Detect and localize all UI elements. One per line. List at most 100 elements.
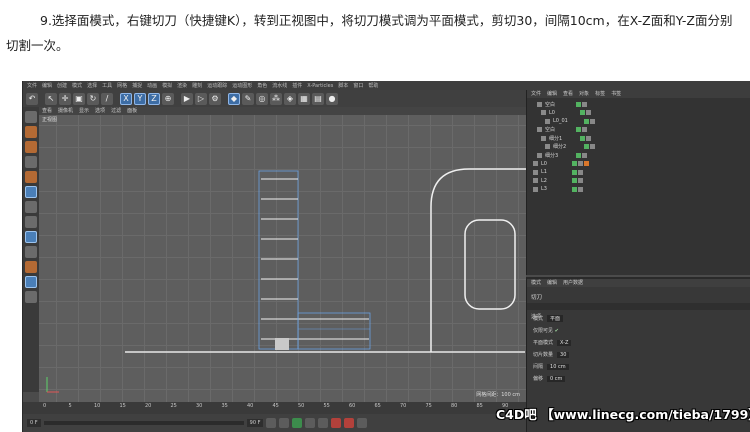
start-frame-field[interactable]: 0 F xyxy=(27,419,41,427)
attr-tab-0[interactable]: 模式 xyxy=(531,279,541,287)
timeline-ruler[interactable]: 0 5 10 15 20 25 30 35 40 45 50 55 60 65 70 75 80 85 90 xyxy=(23,402,526,414)
object-row[interactable]: L2 xyxy=(527,177,750,185)
model-mode-icon[interactable] xyxy=(25,126,37,138)
front-viewport[interactable]: 查看 摄像机 显示 选项 过滤 面板 正视图 网格间距：100 cm xyxy=(39,107,529,402)
menu-item-11[interactable]: 雕刻 xyxy=(192,82,202,89)
visibility-dot-icon[interactable] xyxy=(576,152,581,158)
next-frame-icon[interactable] xyxy=(305,418,316,428)
workplane-lock-icon[interactable] xyxy=(25,276,37,288)
play-icon[interactable] xyxy=(292,418,303,428)
object-row[interactable]: L1 xyxy=(527,168,750,176)
menu-item-20[interactable]: 帮助 xyxy=(368,82,378,89)
visibility-dot-icon[interactable] xyxy=(572,186,577,192)
render-dot-icon[interactable] xyxy=(578,186,583,192)
slices-row[interactable]: 切片数量 30 xyxy=(533,351,570,358)
render-dot-icon[interactable] xyxy=(590,144,595,149)
menu-item-17[interactable]: X-Particles xyxy=(307,83,333,89)
plane-mode-row[interactable]: 平面模式 X-Z xyxy=(533,339,572,346)
render-dot-icon[interactable] xyxy=(582,152,587,158)
om-menu-item-5[interactable]: 书签 xyxy=(611,90,621,98)
menu-item-5[interactable]: 工具 xyxy=(102,82,112,89)
coord-system-icon[interactable]: ⊕ xyxy=(162,92,174,105)
render-view-icon[interactable]: ▷ xyxy=(195,92,207,105)
keyframe-icon[interactable] xyxy=(357,418,368,428)
visibility-dot-icon[interactable] xyxy=(572,178,577,183)
object-row[interactable]: 细分3 xyxy=(527,151,750,159)
menu-item-4[interactable]: 选择 xyxy=(87,82,97,89)
object-row[interactable]: 空白 xyxy=(527,126,750,134)
menu-item-19[interactable]: 窗口 xyxy=(353,82,363,89)
render-region-icon[interactable]: ▶ xyxy=(181,92,193,105)
attr-tab-1[interactable]: 编辑 xyxy=(547,279,557,287)
object-row[interactable]: 细分2 xyxy=(527,143,750,151)
options-subtab[interactable]: 选项 xyxy=(527,303,750,320)
prev-frame-icon[interactable] xyxy=(279,418,290,428)
menu-item-18[interactable]: 脚本 xyxy=(338,82,348,89)
render-dot-icon[interactable] xyxy=(578,169,583,175)
om-menu-item-3[interactable]: 对象 xyxy=(579,90,589,98)
menu-item-0[interactable]: 文件 xyxy=(27,82,37,89)
axis-mode-icon[interactable] xyxy=(25,216,37,228)
object-row[interactable]: 细分1 xyxy=(527,134,750,142)
menu-item-7[interactable]: 捕捉 xyxy=(132,82,142,89)
array-icon[interactable]: ⁂ xyxy=(270,92,282,105)
menu-item-8[interactable]: 动画 xyxy=(147,82,157,89)
z-axis-icon[interactable]: Z xyxy=(148,92,160,105)
visibility-dot-icon[interactable] xyxy=(572,161,577,166)
go-start-icon[interactable] xyxy=(266,418,277,428)
menu-item-6[interactable]: 网格 xyxy=(117,82,127,89)
planar-icon[interactable] xyxy=(25,291,37,303)
menu-item-3[interactable]: 模式 xyxy=(72,82,82,89)
render-dot-icon[interactable] xyxy=(578,161,583,166)
select-tool-icon[interactable]: ↖ xyxy=(45,92,57,105)
om-menu-item-1[interactable]: 编辑 xyxy=(547,90,557,98)
object-row[interactable]: L3 xyxy=(527,185,750,193)
scene-icon[interactable]: ▦ xyxy=(298,92,310,105)
render-settings-icon[interactable]: ⚙ xyxy=(209,92,221,105)
visibility-dot-icon[interactable] xyxy=(572,169,577,175)
knife-tool-icon[interactable]: / xyxy=(101,92,113,105)
visibility-dot-icon[interactable] xyxy=(580,135,585,141)
rotate-tool-icon[interactable]: ↻ xyxy=(87,92,99,105)
scale-tool-icon[interactable]: ▣ xyxy=(73,92,85,105)
visibility-dot-icon[interactable] xyxy=(584,144,589,149)
render-dot-icon[interactable] xyxy=(582,101,587,107)
visibility-dot-icon[interactable] xyxy=(584,118,589,124)
end-frame-field[interactable]: 90 F xyxy=(246,419,264,427)
menu-item-13[interactable]: 运动图形 xyxy=(232,82,252,89)
move-tool-icon[interactable]: ✛ xyxy=(59,92,71,105)
mode-select[interactable]: 平面 xyxy=(547,315,564,322)
light-icon[interactable]: ● xyxy=(326,92,338,105)
subdivision-icon[interactable]: ◎ xyxy=(256,92,268,105)
record-icon[interactable] xyxy=(331,418,342,428)
edges-mode-icon[interactable] xyxy=(25,201,37,213)
visibility-dot-icon[interactable] xyxy=(576,127,581,132)
om-menu-item-0[interactable]: 文件 xyxy=(531,90,541,98)
menu-item-1[interactable]: 编辑 xyxy=(42,82,52,89)
points-mode-icon[interactable] xyxy=(25,171,37,183)
menu-item-10[interactable]: 渲染 xyxy=(177,82,187,89)
visible-only-row[interactable]: 仅限可见 ✔ xyxy=(533,327,559,334)
spacing-field[interactable]: 10 cm xyxy=(547,364,569,370)
menu-item-14[interactable]: 角色 xyxy=(257,82,267,89)
object-row[interactable]: L0 xyxy=(527,160,750,168)
deformer-icon[interactable]: ◈ xyxy=(284,92,296,105)
render-dot-icon[interactable] xyxy=(590,118,595,124)
spacing-row[interactable]: 间隔 10 cm xyxy=(533,363,569,370)
workplane-icon[interactable] xyxy=(25,156,37,168)
offset-row[interactable]: 偏移 0 cm xyxy=(533,375,566,382)
cube-icon[interactable]: ◆ xyxy=(228,92,240,105)
render-dot-icon[interactable] xyxy=(586,110,591,115)
visibility-dot-icon[interactable] xyxy=(576,101,581,107)
menu-item-15[interactable]: 流水线 xyxy=(272,82,287,89)
x-axis-icon[interactable]: X xyxy=(120,92,132,105)
range-slider[interactable] xyxy=(43,421,244,425)
y-axis-icon[interactable]: Y xyxy=(134,92,146,105)
make-editable-icon[interactable] xyxy=(25,111,37,123)
sculpt-icon[interactable] xyxy=(25,246,37,258)
go-end-icon[interactable] xyxy=(318,418,329,428)
texture-mode-icon[interactable] xyxy=(25,141,37,153)
render-dot-icon[interactable] xyxy=(586,135,591,141)
offset-field[interactable]: 0 cm xyxy=(547,376,566,382)
object-row[interactable]: L0_01 xyxy=(527,117,750,125)
